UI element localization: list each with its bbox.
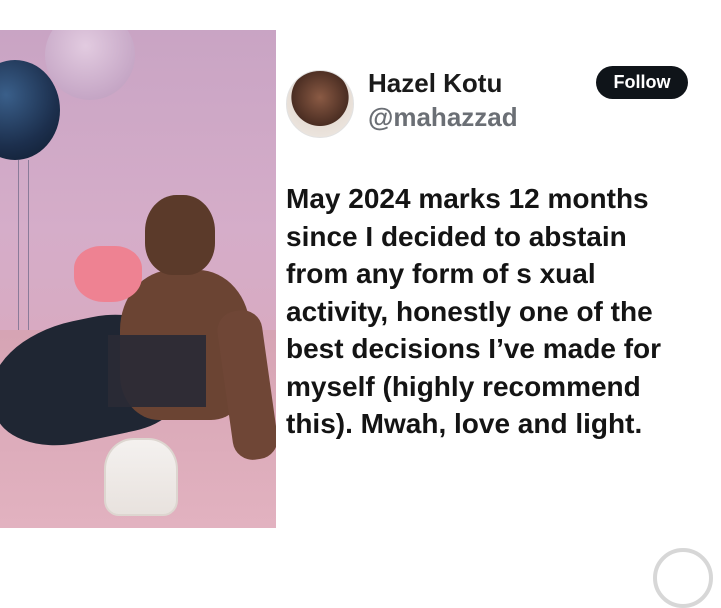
- avatar[interactable]: [286, 70, 354, 138]
- tweet-line: May 2024 marks 12 months: [286, 183, 649, 214]
- floating-circle-icon[interactable]: [653, 548, 713, 608]
- tweet-line: activity, honestly one of the: [286, 295, 653, 327]
- post-photo[interactable]: [0, 30, 276, 528]
- person-head: [145, 195, 215, 275]
- balloon-string: [18, 160, 19, 340]
- tweet-line: myself (highly recommend: [286, 370, 641, 402]
- tweet-line: from any form of s xual: [286, 258, 596, 289]
- follow-button[interactable]: Follow: [596, 66, 688, 99]
- display-name[interactable]: Hazel Kotu: [368, 68, 502, 99]
- balloon-light: [45, 30, 135, 100]
- tweet-text: May 2024 marks 12 months since I decided…: [286, 180, 714, 443]
- tweet-line: since I decided to abstain: [286, 220, 627, 252]
- tweet-line: this). Mwah, love and light.: [286, 408, 643, 439]
- tweet-line: best decisions I’ve made for: [286, 333, 662, 364]
- user-handle[interactable]: @mahazzad: [368, 102, 518, 133]
- censor-blur-pink: [74, 246, 142, 302]
- censor-blur-dark: [108, 335, 206, 407]
- cake: [104, 438, 178, 516]
